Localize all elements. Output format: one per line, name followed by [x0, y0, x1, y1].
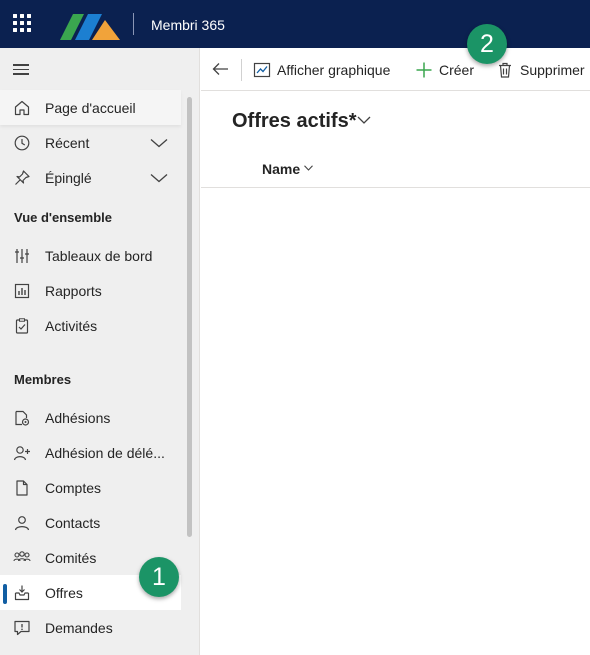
- show-chart-button[interactable]: Afficher graphique: [253, 60, 390, 80]
- sidebar-item-memberships[interactable]: Adhésions: [0, 400, 181, 435]
- command-bar: Afficher graphique Créer Supprimer: [201, 48, 590, 91]
- sidebar-item-label: Page d'accueil: [45, 100, 136, 116]
- back-arrow-icon[interactable]: [211, 60, 231, 78]
- person-add-icon: [13, 446, 30, 461]
- sidebar-item-label: Adhésion de délé...: [45, 445, 165, 461]
- view-title[interactable]: Offres actifs*: [232, 110, 357, 133]
- report-icon: [14, 283, 30, 299]
- app-launcher-icon[interactable]: [13, 14, 33, 34]
- sidebar-item-label: Comités: [45, 550, 97, 566]
- delete-label: Supprimer: [520, 62, 585, 78]
- show-chart-label: Afficher graphique: [277, 62, 391, 78]
- sidebar-item-label: Adhésions: [45, 410, 111, 426]
- chevron-down-icon[interactable]: [150, 173, 168, 183]
- sidebar-item-label: Rapports: [45, 283, 102, 299]
- sidebar-item-recent[interactable]: Récent: [0, 125, 181, 160]
- sidebar-item-activities[interactable]: Activités: [0, 308, 181, 343]
- sidebar-item-pinned[interactable]: Épinglé: [0, 160, 181, 195]
- dashboard-icon: [15, 249, 29, 263]
- section-title-members: Membres: [14, 372, 72, 387]
- grid-header-divider: [201, 187, 590, 188]
- callout-badge-2: 2: [467, 24, 507, 64]
- section-title-overview: Vue d'ensemble: [14, 210, 112, 225]
- sidebar-item-label: Activités: [45, 318, 98, 334]
- sidebar-item-label: Demandes: [45, 620, 113, 636]
- sidebar-item-delegate-membership[interactable]: Adhésion de délé...: [0, 435, 181, 470]
- chat-alert-icon: [14, 620, 30, 636]
- document-icon: [16, 480, 28, 496]
- sidebar-item-label: Offres: [45, 585, 83, 601]
- offer-icon: [14, 585, 30, 601]
- delete-button[interactable]: Supprimer: [496, 60, 585, 80]
- pin-icon: [15, 170, 30, 185]
- sidebar-scrollbar[interactable]: [187, 97, 192, 537]
- sidebar-item-contacts[interactable]: Contacts: [0, 505, 181, 540]
- create-button[interactable]: Créer: [415, 60, 474, 80]
- callout-badge-1: 1: [139, 557, 179, 597]
- home-icon: [14, 100, 30, 116]
- sidebar-item-label: Comptes: [45, 480, 102, 496]
- sidebar-item-accounts[interactable]: Comptes: [0, 470, 181, 505]
- membri-logo: [60, 14, 120, 40]
- column-header-name[interactable]: Name: [262, 161, 300, 177]
- selected-indicator: [3, 584, 7, 604]
- people-group-icon: [13, 551, 31, 562]
- create-label: Créer: [439, 62, 475, 78]
- header-divider: [133, 13, 134, 35]
- view-selector-chevron-icon[interactable]: [357, 115, 371, 125]
- activity-icon: [15, 318, 29, 334]
- sort-chevron-icon[interactable]: [304, 165, 313, 171]
- chart-icon: [253, 62, 271, 78]
- chevron-down-icon[interactable]: [150, 138, 168, 148]
- sidebar-item-home[interactable]: Page d'accueil: [0, 90, 181, 125]
- plus-icon: [416, 62, 432, 78]
- sidebar-item-label: Récent: [45, 135, 90, 151]
- sidebar-item-label: Contacts: [45, 515, 101, 531]
- sidebar-item-reports[interactable]: Rapports: [0, 273, 181, 308]
- hamburger-menu-icon[interactable]: [13, 64, 31, 76]
- sidebar-item-label: Tableaux de bord: [45, 248, 153, 264]
- sidebar-item-dashboards[interactable]: Tableaux de bord: [0, 238, 181, 273]
- command-separator: [241, 59, 242, 81]
- membership-icon: [15, 410, 30, 426]
- app-title[interactable]: Membri 365: [151, 17, 225, 33]
- trash-icon: [499, 62, 511, 78]
- clock-icon: [14, 135, 30, 151]
- person-icon: [14, 516, 30, 531]
- sidebar-item-label: Épinglé: [45, 170, 92, 186]
- sidebar-item-requests[interactable]: Demandes: [0, 610, 181, 645]
